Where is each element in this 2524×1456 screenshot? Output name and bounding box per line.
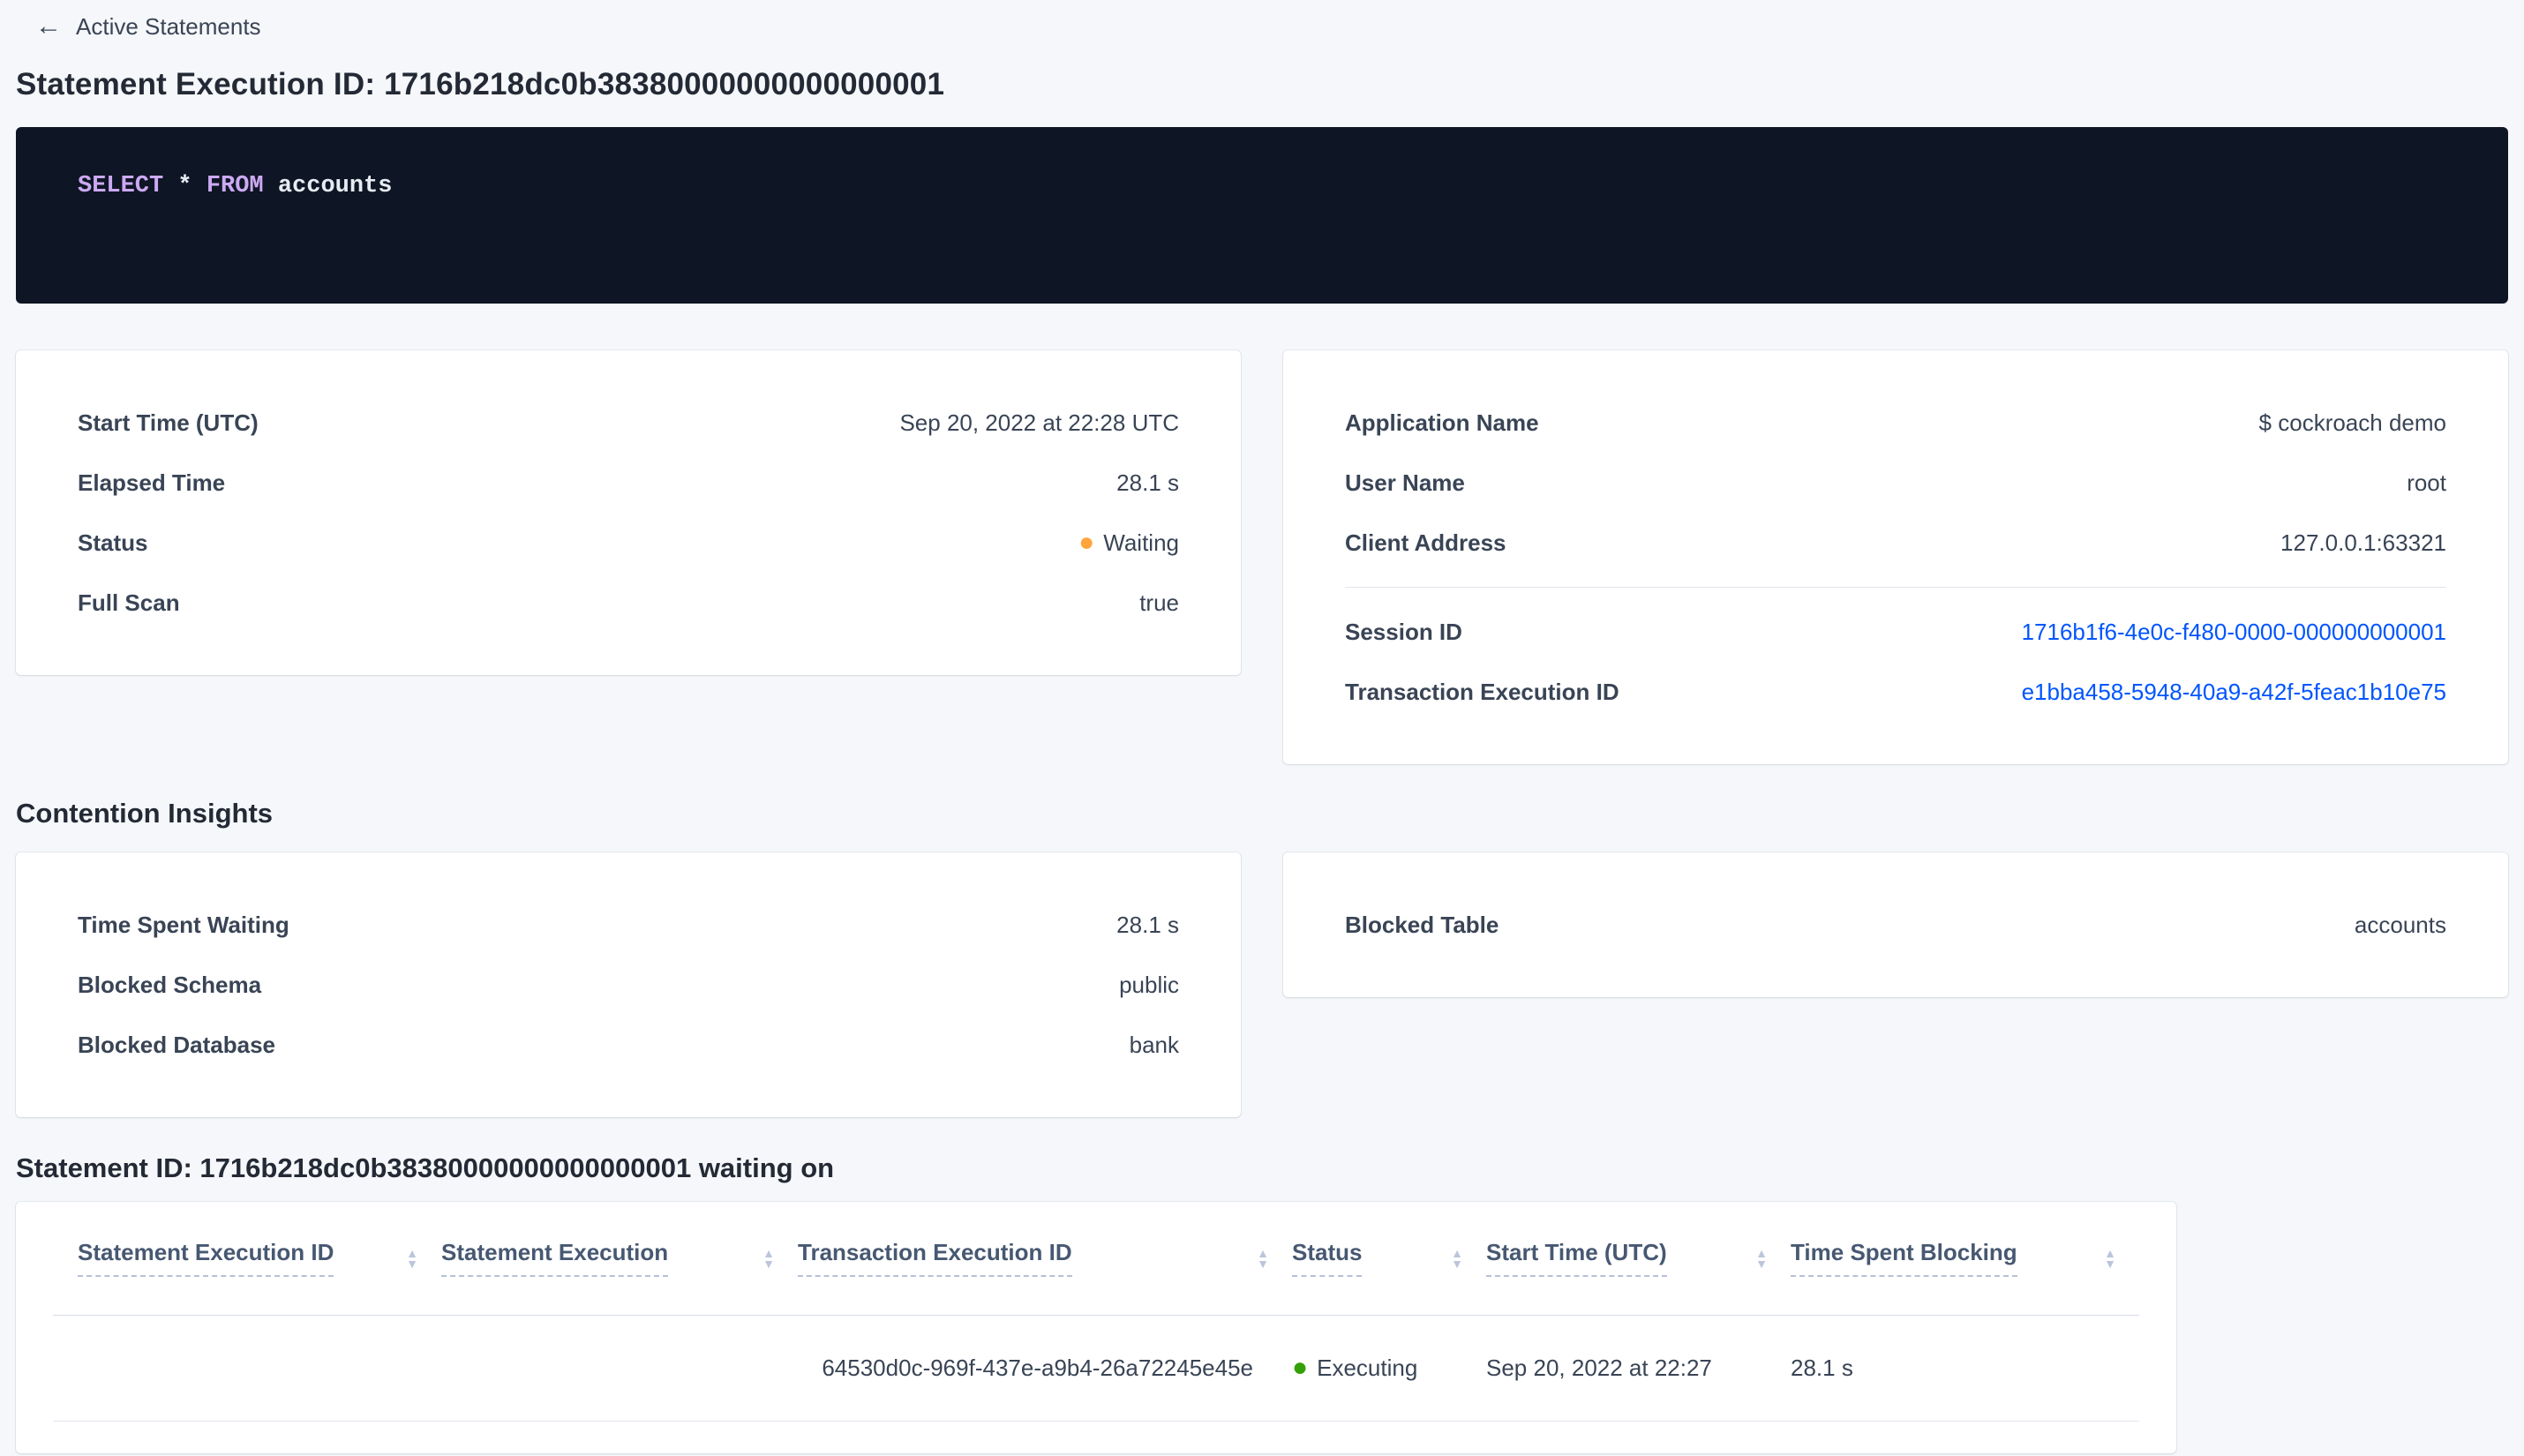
blocked-table-row: Blocked Table accounts	[1345, 895, 2446, 955]
sql-statement-box: SELECT * FROM accounts	[16, 127, 2508, 304]
application-name-label: Application Name	[1345, 409, 1539, 436]
user-name-label: User Name	[1345, 469, 1465, 496]
time-spent-waiting-row: Time Spent Waiting 28.1 s	[78, 895, 1179, 955]
sort-icon: ▲ ▼	[762, 1245, 775, 1271]
elapsed-time-value: 28.1 s	[1116, 469, 1179, 496]
sql-table-name: accounts	[277, 173, 393, 199]
blocked-schema-label: Blocked Schema	[78, 971, 262, 998]
sort-icon: ▲ ▼	[1257, 1245, 1269, 1271]
table-header-row: Statement Execution ID ▲ ▼ Statement Exec…	[53, 1202, 2139, 1316]
sort-icon: ▲ ▼	[1755, 1245, 1768, 1271]
transaction-execution-id-label: Transaction Execution ID	[1345, 678, 1619, 705]
column-label: Time Spent Blocking	[1791, 1239, 2017, 1278]
contention-waiting-card: Time Spent Waiting 28.1 s Blocked Schema…	[16, 852, 1241, 1117]
sql-star: *	[177, 173, 207, 199]
column-header-start-time[interactable]: Start Time (UTC) ▲ ▼	[1486, 1202, 1791, 1316]
column-header-status[interactable]: Status ▲ ▼	[1292, 1202, 1486, 1316]
client-address-row: Client Address 127.0.0.1:63321	[1345, 513, 2446, 573]
back-arrow-icon: ←	[35, 11, 62, 41]
contention-insights-heading: Contention Insights	[16, 798, 274, 829]
statement-details-page: ← Active Statements Statement Execution …	[0, 0, 2524, 1453]
sort-icon: ▲ ▼	[406, 1245, 418, 1271]
blocked-table-card: Blocked Table accounts	[1283, 852, 2508, 997]
elapsed-time-row: Elapsed Time 28.1 s	[78, 453, 1179, 513]
client-address-value: 127.0.0.1:63321	[2280, 529, 2446, 556]
blocked-database-value: bank	[1129, 1031, 1179, 1058]
start-time-row: Start Time (UTC) Sep 20, 2022 at 22:28 U…	[78, 393, 1179, 453]
column-label: Status	[1292, 1239, 1363, 1278]
status-value-text: Waiting	[1103, 529, 1179, 556]
cell-statement-execution	[441, 1315, 798, 1422]
status-label: Status	[78, 529, 148, 556]
overview-card: Start Time (UTC) Sep 20, 2022 at 22:28 U…	[16, 350, 1241, 675]
blocked-database-label: Blocked Database	[78, 1031, 275, 1058]
session-id-row: Session ID 1716b1f6-4e0c-f480-0000-00000…	[1345, 602, 2446, 662]
waiting-on-heading: Statement ID: 1716b218dc0b38380000000000…	[16, 1152, 835, 1183]
blocked-database-row: Blocked Database bank	[78, 1015, 1179, 1075]
user-name-value: root	[2407, 469, 2446, 496]
cell-transaction-execution-id: 64530d0c-969f-437e-a9b4-26a72245e45e	[798, 1315, 1292, 1422]
cell-statement-execution-id	[53, 1315, 441, 1422]
waiting-on-table-card: Statement Execution ID ▲ ▼ Statement Exec…	[16, 1202, 2176, 1453]
waiting-on-table: Statement Execution ID ▲ ▼ Statement Exec…	[53, 1202, 2139, 1422]
cell-time-spent-blocking: 28.1 s	[1791, 1315, 2139, 1422]
session-id-label: Session ID	[1345, 618, 1462, 645]
column-header-statement-execution[interactable]: Statement Execution ▲ ▼	[441, 1202, 798, 1316]
blocked-schema-row: Blocked Schema public	[78, 955, 1179, 1015]
application-name-value: $ cockroach demo	[2258, 409, 2446, 436]
start-time-label: Start Time (UTC)	[78, 409, 259, 436]
time-spent-waiting-value: 28.1 s	[1116, 911, 1179, 938]
column-header-transaction-execution-id[interactable]: Transaction Execution ID ▲ ▼	[798, 1202, 1292, 1316]
sort-icon: ▲ ▼	[2104, 1245, 2116, 1271]
contention-cards: Time Spent Waiting 28.1 s Blocked Schema…	[16, 852, 2508, 1117]
column-header-time-spent-blocking[interactable]: Time Spent Blocking ▲ ▼	[1791, 1202, 2139, 1316]
summary-cards: Start Time (UTC) Sep 20, 2022 at 22:28 U…	[16, 350, 2508, 764]
full-scan-row: Full Scan true	[78, 573, 1179, 633]
blocked-schema-value: public	[1119, 971, 1179, 998]
page-title: Statement Execution ID: 1716b218dc0b3838…	[16, 67, 945, 101]
column-label: Statement Execution ID	[78, 1239, 334, 1278]
application-name-row: Application Name $ cockroach demo	[1345, 393, 2446, 453]
blocked-table-value: accounts	[2354, 911, 2446, 938]
cell-status: ● Executing	[1292, 1315, 1486, 1422]
elapsed-time-label: Elapsed Time	[78, 469, 226, 496]
transaction-execution-id-row: Transaction Execution ID e1bba458-5948-4…	[1345, 662, 2446, 722]
full-scan-value: true	[1139, 589, 1179, 616]
user-name-row: User Name root	[1345, 453, 2446, 513]
cell-start-time: Sep 20, 2022 at 22:27	[1486, 1315, 1791, 1422]
back-link-label: Active Statements	[76, 12, 261, 40]
start-time-value: Sep 20, 2022 at 22:28 UTC	[899, 409, 1179, 436]
sql-select-keyword: SELECT	[78, 173, 178, 199]
waiting-status-dot-icon: ●	[1078, 528, 1095, 557]
sql-from-keyword: FROM	[206, 173, 278, 199]
back-link-active-statements[interactable]: ← Active Statements	[16, 9, 2508, 44]
column-label: Statement Execution	[441, 1239, 669, 1278]
full-scan-label: Full Scan	[78, 589, 180, 616]
blocked-table-label: Blocked Table	[1345, 911, 1499, 938]
transaction-execution-id-link[interactable]: e1bba458-5948-40a9-a42f-5feac1b10e75	[2022, 679, 2446, 706]
cell-status-text: Executing	[1317, 1354, 1418, 1381]
column-label: Transaction Execution ID	[798, 1239, 1072, 1278]
session-card-divider	[1345, 587, 2446, 588]
status-row: Status ● Waiting	[78, 513, 1179, 573]
column-label: Start Time (UTC)	[1486, 1239, 1667, 1278]
column-header-statement-execution-id[interactable]: Statement Execution ID ▲ ▼	[53, 1202, 441, 1316]
table-row: 64530d0c-969f-437e-a9b4-26a72245e45e ● E…	[53, 1315, 2139, 1422]
executing-status-dot-icon: ●	[1292, 1353, 1309, 1382]
time-spent-waiting-label: Time Spent Waiting	[78, 911, 289, 938]
status-value: ● Waiting	[1078, 529, 1179, 557]
client-address-label: Client Address	[1345, 529, 1506, 556]
session-card: Application Name $ cockroach demo User N…	[1283, 350, 2508, 764]
session-id-link[interactable]: 1716b1f6-4e0c-f480-0000-000000000001	[2022, 619, 2446, 646]
sort-icon: ▲ ▼	[1451, 1245, 1463, 1271]
